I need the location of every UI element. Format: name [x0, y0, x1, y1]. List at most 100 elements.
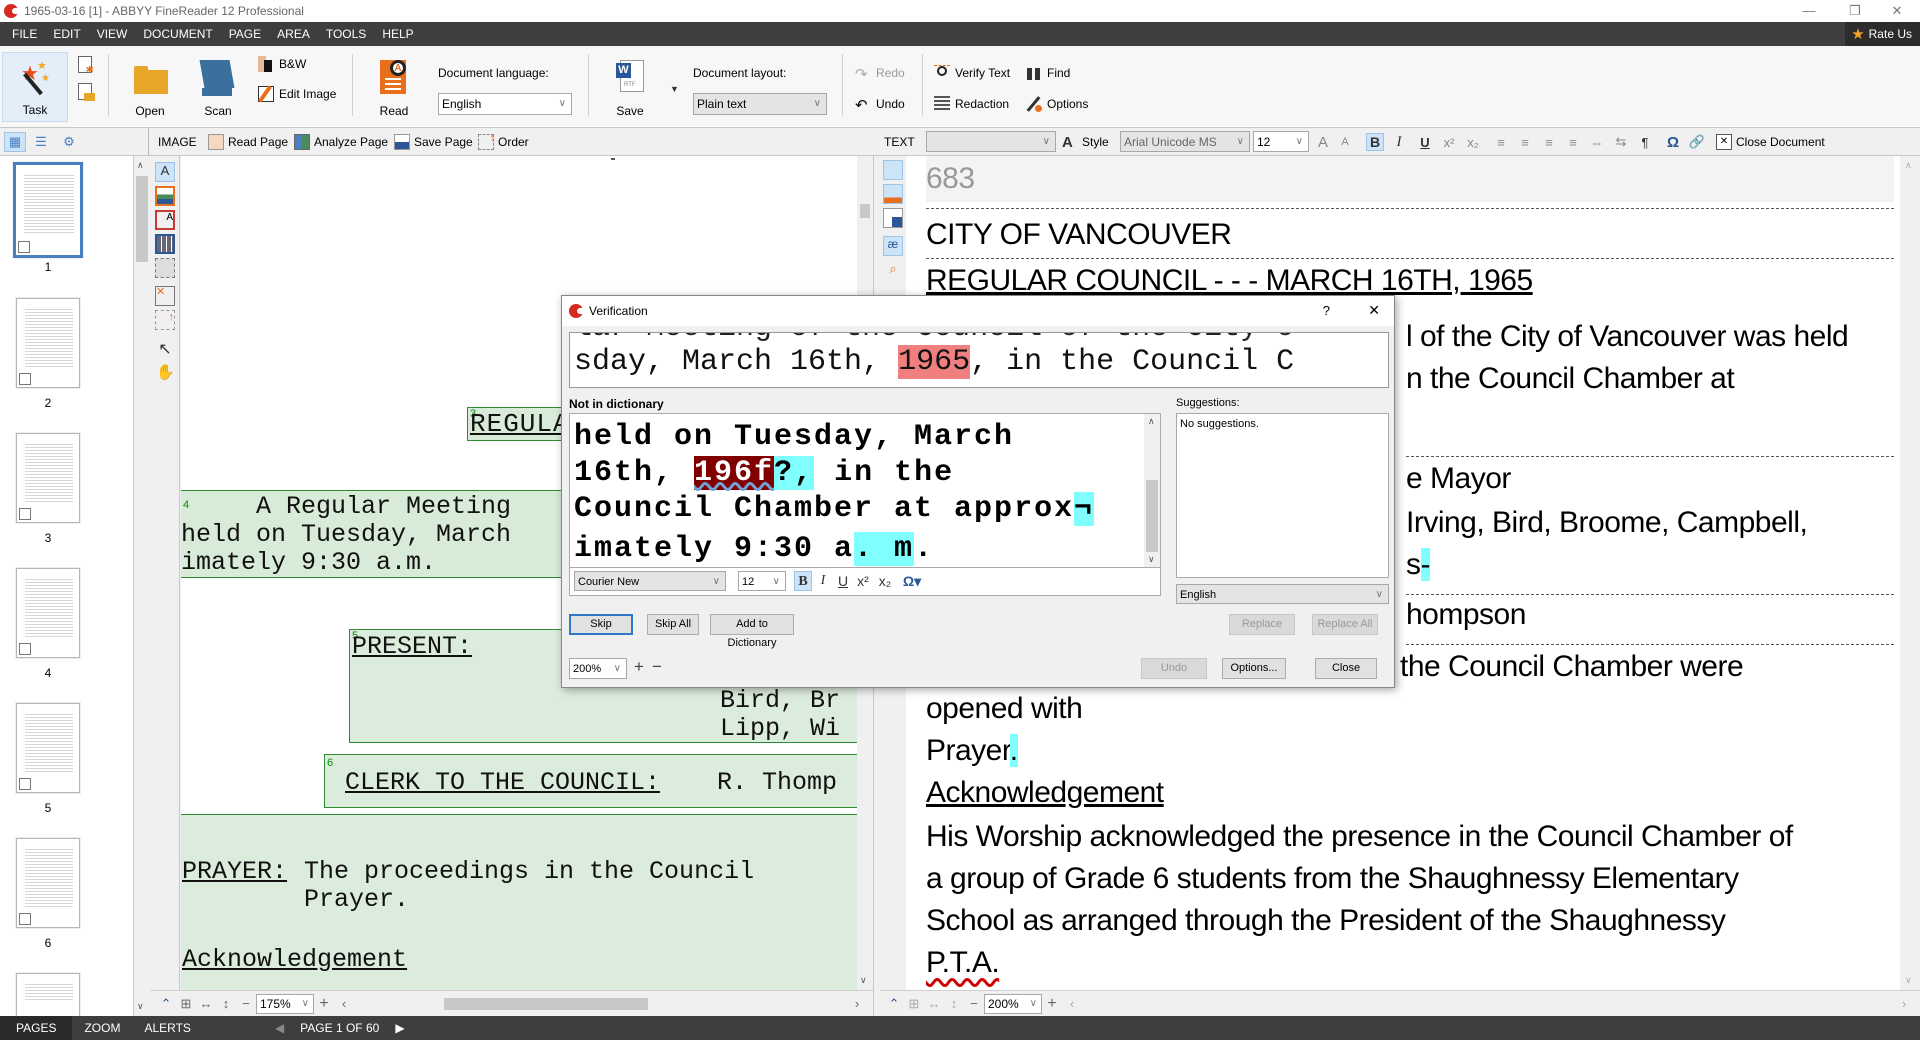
read-page-button[interactable]: Read Page: [208, 132, 288, 152]
text-line[interactable]: e Mayor: [1406, 462, 1511, 496]
suggestions-list[interactable]: No suggestions.: [1176, 413, 1389, 578]
style-button[interactable]: A Style: [1062, 132, 1109, 152]
tab-alerts[interactable]: ALERTS: [132, 1016, 202, 1040]
save-button[interactable]: W RTF Save: [600, 52, 660, 122]
text-line[interactable]: Irving, Bird, Broome, Campbell,: [1406, 506, 1808, 540]
text-vertical-scrollbar[interactable]: ∧ ∨: [1900, 156, 1920, 990]
dialog-zoom-select[interactable]: 200% ∨: [569, 658, 627, 679]
dialog-close-button[interactable]: Close: [1315, 658, 1377, 679]
scroll-right-icon[interactable]: ›: [849, 996, 865, 1012]
zoom-out-icon[interactable]: −: [238, 996, 254, 1012]
skip-all-button[interactable]: Skip All: [647, 614, 699, 635]
fit-page-icon[interactable]: ⊞: [906, 996, 922, 1012]
redaction-button[interactable]: Redaction: [934, 94, 1009, 114]
dialog-undo-button[interactable]: Undo: [1141, 658, 1207, 679]
dialog-close-x[interactable]: ✕: [1368, 302, 1380, 319]
font-size-select[interactable]: 12 ∨: [1253, 131, 1309, 152]
text-line[interactable]: His Worship acknowledged the presence in…: [926, 820, 1793, 854]
page-header-number[interactable]: 683: [926, 162, 975, 196]
verify-text-button[interactable]: Verify Text: [934, 63, 1010, 83]
page-thumbnail[interactable]: [16, 433, 80, 523]
show-headers-icon[interactable]: [883, 184, 903, 204]
text-block[interactable]: 6 CLERK TO THE COUNCIL: R. Thomp: [324, 754, 857, 808]
image-horizontal-scrollbar[interactable]: [358, 997, 768, 1010]
read-button[interactable]: A Read: [364, 52, 424, 122]
scroll-left-icon[interactable]: ‹: [336, 996, 352, 1012]
pointer-icon[interactable]: ↖: [155, 338, 175, 358]
hyperlink-icon[interactable]: 🔗: [1688, 133, 1706, 151]
text-line[interactable]: REGULAR COUNCIL - - - MARCH 16TH, 1965: [926, 264, 1533, 298]
order-areas-icon[interactable]: ↑: [155, 310, 175, 330]
task-button[interactable]: ★ ★ ★ Task: [2, 52, 68, 122]
recognition-area-icon[interactable]: A: [155, 210, 175, 230]
increase-indent-icon[interactable]: ⇔: [1588, 133, 1606, 151]
text-block[interactable]: 4 A Regular Meeting held on Tuesday, Mar…: [181, 490, 580, 578]
undo-button[interactable]: ↶ Undo: [855, 94, 905, 114]
dialog-omega-icon[interactable]: Ω▾: [898, 571, 926, 591]
replace-all-button[interactable]: Replace All: [1312, 614, 1378, 635]
menu-edit[interactable]: EDIT: [45, 22, 88, 46]
show-line-breaks-icon[interactable]: [883, 208, 903, 228]
fit-page-icon[interactable]: ⊞: [178, 996, 194, 1012]
dialog-zoom-in-icon[interactable]: +: [634, 657, 644, 677]
image-zoom-select[interactable]: 175% ∨: [256, 993, 314, 1014]
fit-width-icon[interactable]: ↔: [926, 996, 942, 1012]
help-button[interactable]: ?: [1323, 303, 1330, 318]
text-line[interactable]: s-: [1406, 548, 1430, 582]
text-zoom-select[interactable]: 200% ∨: [984, 993, 1042, 1014]
text-block[interactable]: PRAYER: The proceedings in the Council P…: [181, 814, 857, 990]
decrease-indent-icon[interactable]: ⇆: [1612, 133, 1630, 151]
skip-button[interactable]: Skip: [569, 614, 633, 635]
open-task-icon[interactable]: [78, 83, 95, 101]
text-area-icon[interactable]: A: [155, 162, 175, 182]
menu-document[interactable]: DOCUMENT: [135, 22, 220, 46]
hand-icon[interactable]: ✋: [155, 362, 175, 382]
delete-area-icon[interactable]: ✕: [155, 286, 175, 306]
redo-button[interactable]: ↷ Redo: [855, 63, 905, 83]
dialog-subscript-icon[interactable]: x₂: [876, 571, 894, 591]
text-line[interactable]: Acknowledgement: [926, 776, 1164, 810]
minimize-button[interactable]: —: [1786, 0, 1832, 22]
scroll-right-icon[interactable]: ›: [1896, 996, 1912, 1012]
page-thumbnail[interactable]: [16, 298, 80, 388]
text-line[interactable]: l of the City of Vancouver was held: [1406, 320, 1849, 354]
collapse-icon[interactable]: ⌃: [158, 996, 174, 1012]
rate-us-button[interactable]: ★ Rate Us: [1845, 22, 1920, 46]
doc-layout-select[interactable]: Plain text ∨: [693, 93, 827, 115]
edit-scrollbar[interactable]: ∧ ∨: [1144, 414, 1160, 567]
pages-scrollbar[interactable]: ∧ ∨: [134, 156, 150, 1016]
dialog-italic-icon[interactable]: I: [814, 571, 832, 591]
restore-button[interactable]: ❐: [1832, 0, 1878, 22]
dialog-bold-icon[interactable]: B: [794, 571, 812, 591]
zoom-in-icon[interactable]: +: [1044, 995, 1060, 1012]
verification-edit-box[interactable]: held on Tuesday, March 16th, 196f?, in t…: [569, 413, 1161, 568]
order-button[interactable]: ↑ Order: [478, 132, 529, 152]
new-task-icon[interactable]: ✱: [78, 56, 94, 76]
tab-zoom[interactable]: ZOOM: [72, 1016, 132, 1040]
picture-area-icon[interactable]: [155, 186, 175, 206]
fit-width-icon[interactable]: ↔: [198, 996, 214, 1012]
highlight-uncertain-icon[interactable]: æ: [883, 236, 903, 256]
text-line[interactable]: CITY OF VANCOUVER: [926, 218, 1232, 252]
edit-image-button[interactable]: Edit Image: [258, 84, 336, 104]
text-line[interactable]: hompson: [1406, 598, 1526, 632]
underline-icon[interactable]: U: [1416, 133, 1434, 151]
dialog-size-select[interactable]: 12 ∨: [738, 571, 786, 591]
fit-height-icon[interactable]: ↕: [218, 996, 234, 1012]
tab-pages[interactable]: PAGES: [0, 1016, 73, 1040]
page-thumbnail[interactable]: [16, 838, 80, 928]
table-area-icon[interactable]: [155, 234, 175, 254]
dialog-underline-icon[interactable]: U: [834, 571, 852, 591]
options-button[interactable]: Options: [1026, 94, 1088, 114]
page-thumbnail[interactable]: [13, 162, 83, 258]
font-select[interactable]: Arial Unicode MS ∨: [1120, 131, 1250, 152]
collapse-icon[interactable]: ⌃: [886, 996, 902, 1012]
dialog-zoom-out-icon[interactable]: −: [652, 657, 662, 677]
text-line[interactable]: P.T.A.: [926, 946, 1000, 980]
bold-icon[interactable]: B: [1366, 133, 1384, 151]
add-to-dictionary-button[interactable]: Add to Dictionary: [710, 614, 794, 649]
paragraph-icon[interactable]: ¶: [1636, 133, 1654, 151]
align-center-icon[interactable]: ≡: [1516, 133, 1534, 151]
save-options-arrow[interactable]: ▼: [670, 84, 679, 94]
page-thumbnail[interactable]: [16, 703, 80, 793]
